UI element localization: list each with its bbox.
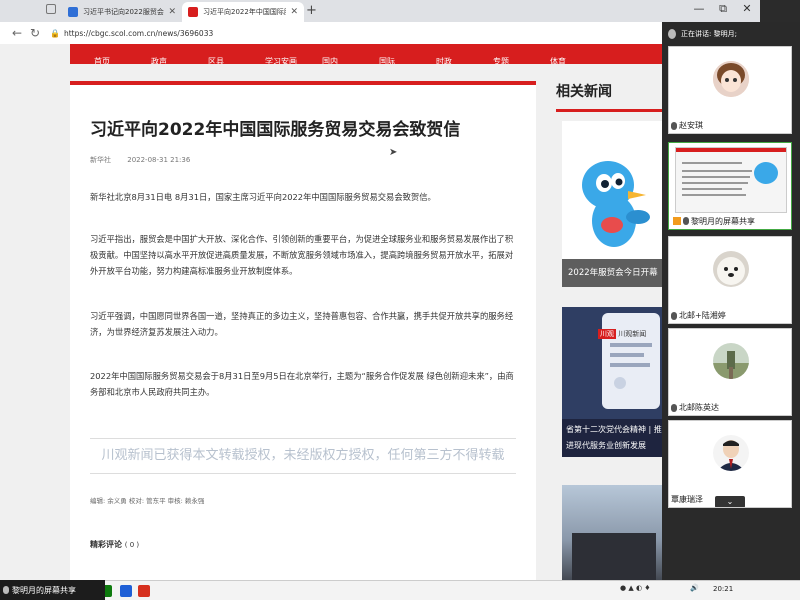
workspaces-icon[interactable]: [46, 4, 56, 14]
nav-item[interactable]: 国内: [322, 57, 379, 64]
article: 习近平向2022年中国国际服务贸易交易会致贺信 新华社 2022-08-31 2…: [70, 81, 536, 580]
speaking-indicator: 正在讲话: 黎明月;: [662, 22, 800, 46]
article-time: 2022-08-31 21:36: [127, 156, 191, 164]
building-image: [572, 533, 656, 580]
participant-tile[interactable]: 赵安琪: [668, 46, 792, 134]
close-window-button[interactable]: ✕: [736, 2, 758, 15]
page-viewport: 首页 政声 区县 学习安画 国内 国际 时政 专题 体育 习近平向2022年中国…: [0, 44, 760, 580]
address-bar: ← ↻ 🔒 https://cbgc.scol.com.cn/news/3696…: [0, 22, 760, 44]
comments-count: ( 0 ): [124, 541, 140, 549]
nav-item[interactable]: 国际: [379, 57, 436, 64]
related-caption: 2022年服贸会今日开幕: [562, 259, 666, 287]
participant-name: 赵安琪: [669, 120, 703, 131]
cartoon-girl-icon: [713, 61, 749, 97]
nav-item[interactable]: 学习安画: [265, 57, 322, 64]
article-paragraph: 习近平指出，服贸会是中国扩大开放、深化合作、引领创新的重要平台，为促进全球服务业…: [90, 234, 514, 276]
related-card[interactable]: [562, 485, 666, 580]
mic-icon: [671, 403, 677, 412]
tab-title: 习近平书记向2022服贸会 - 搜索: [83, 8, 164, 16]
site-nav: 首页 政声 区县 学习安画 国内 国际 时政 专题 体育: [70, 44, 710, 64]
participant-name: 黎明月的屏幕共享: [669, 213, 791, 229]
site-favicon-icon: [188, 7, 198, 17]
article-source: 新华社: [90, 156, 111, 164]
article-paragraph: 新华社北京8月31日电 8月31日，国家主席习近平向2022年中国国际服务贸易交…: [90, 192, 436, 202]
logo-text: 川观新闻: [618, 330, 647, 338]
nav-item[interactable]: 专题: [493, 57, 550, 64]
comments-label: 精彩评论: [90, 540, 122, 549]
article-paragraph: 习近平强调，中国愿同世界各国一道，坚持真正的多边主义，坚持普惠包容、合作共赢，携…: [90, 311, 514, 337]
close-tab-icon[interactable]: ✕: [290, 7, 298, 17]
clock[interactable]: 20:21: [713, 585, 733, 593]
back-icon[interactable]: ←: [8, 26, 26, 40]
article-paragraph: 2022年中国国际服务贸易交易会于8月31日至9月5日在北京举行，主题为“服务合…: [90, 371, 514, 397]
minimize-button[interactable]: —: [688, 2, 710, 15]
nav-item[interactable]: 区县: [208, 57, 265, 64]
restore-button[interactable]: ⧉: [712, 2, 734, 16]
nav-item[interactable]: 政声: [151, 57, 208, 64]
comments-heading: 精彩评论 ( 0 ): [90, 539, 139, 550]
speaking-text: 正在讲话: 黎明月;: [681, 30, 737, 38]
nav-item[interactable]: 时政: [436, 57, 493, 64]
participant-name: 北邮陈英达: [669, 402, 719, 413]
related-logo: 川观 川观新闻: [598, 329, 646, 339]
avatar: [713, 61, 749, 97]
screen-share-badge[interactable]: 黎明月的屏幕共享: [0, 580, 105, 600]
related-caption: 省第十二次党代会精神 | 推进现代服务业创新发展: [562, 419, 666, 457]
avatar: [713, 251, 749, 287]
mic-icon: [671, 121, 677, 130]
share-thumbnail: [675, 147, 787, 213]
lock-icon[interactable]: 🔒: [50, 29, 60, 38]
article-title: 习近平向2022年中国国际服务贸易交易会致贺信: [90, 120, 461, 140]
rights-notice: 川观新闻已获得本文转载授权，未经版权方授权，任何第三方不得转载: [90, 438, 516, 474]
participant-tile[interactable]: 北邮陈英达: [668, 328, 792, 416]
mic-icon: [3, 586, 9, 594]
new-tab-button[interactable]: +: [306, 3, 317, 18]
related-card[interactable]: 川观 川观新闻 省第十二次党代会精神 | 推进现代服务业创新发展: [562, 307, 666, 457]
expand-list-button[interactable]: ⌄: [715, 496, 745, 507]
tab-strip: 习近平书记向2022服贸会 - 搜索 ✕ 习近平向2022年中国国际服务贸易交易…: [0, 0, 760, 22]
tab-title: 习近平向2022年中国国际服务贸易交易会致贺信: [203, 8, 286, 16]
tab-search[interactable]: 习近平书记向2022服贸会 - 搜索 ✕: [62, 2, 182, 22]
mouse-cursor-icon: ➤: [389, 147, 398, 158]
mic-icon: [683, 217, 689, 225]
white-dog-icon: [713, 251, 749, 287]
article-meta: 新华社 2022-08-31 21:36: [90, 155, 190, 165]
landscape-icon: [713, 343, 749, 379]
screen-share-tile[interactable]: 黎明月的屏幕共享: [668, 142, 792, 230]
sound-icon[interactable]: 🔊: [690, 584, 699, 592]
nav-item[interactable]: 体育: [550, 57, 607, 64]
avatar: [713, 343, 749, 379]
nav-item[interactable]: 首页: [94, 57, 151, 64]
mic-icon: [671, 311, 677, 320]
bing-icon: [68, 7, 78, 17]
share-icon: [673, 217, 681, 225]
editors-line: 编辑: 余义勇 校对: 管东平 审核: 赖永强: [90, 497, 205, 505]
participant-name: 北邮+陆湘婷: [669, 310, 726, 321]
related-card[interactable]: 2022年服贸会今日开幕: [562, 121, 666, 287]
logo-mark: 川观: [598, 329, 616, 339]
browser-window: 习近平书记向2022服贸会 - 搜索 ✕ 习近平向2022年中国国际服务贸易交易…: [0, 0, 760, 580]
refresh-icon[interactable]: ↻: [26, 26, 44, 40]
avatar: [713, 435, 749, 471]
speaker-icon: [668, 29, 676, 39]
participant-name: 覃康瑞泽: [671, 495, 703, 504]
edge-icon[interactable]: [120, 585, 132, 597]
participant-tile[interactable]: 北邮+陆湘婷: [668, 236, 792, 324]
tray-icons[interactable]: ● ▲ ◐ ♦: [620, 584, 651, 592]
man-suit-icon: [713, 435, 749, 471]
taskbar: ● ▲ ◐ ♦ 🔊 20:21: [0, 580, 800, 600]
meeting-panel: 正在讲话: 黎明月; 赵安琪 黎明月的屏幕共享 北邮+陆湘婷 北邮陈英达 覃康瑞…: [662, 22, 800, 580]
url-field[interactable]: https://cbgc.scol.com.cn/news/3696033: [64, 29, 213, 38]
participant-tile[interactable]: 覃康瑞泽 ⌄: [668, 420, 792, 508]
wps-icon[interactable]: [138, 585, 150, 597]
tab-article[interactable]: 习近平向2022年中国国际服务贸易交易会致贺信 ✕: [182, 2, 304, 22]
close-tab-icon[interactable]: ✕: [168, 7, 176, 17]
